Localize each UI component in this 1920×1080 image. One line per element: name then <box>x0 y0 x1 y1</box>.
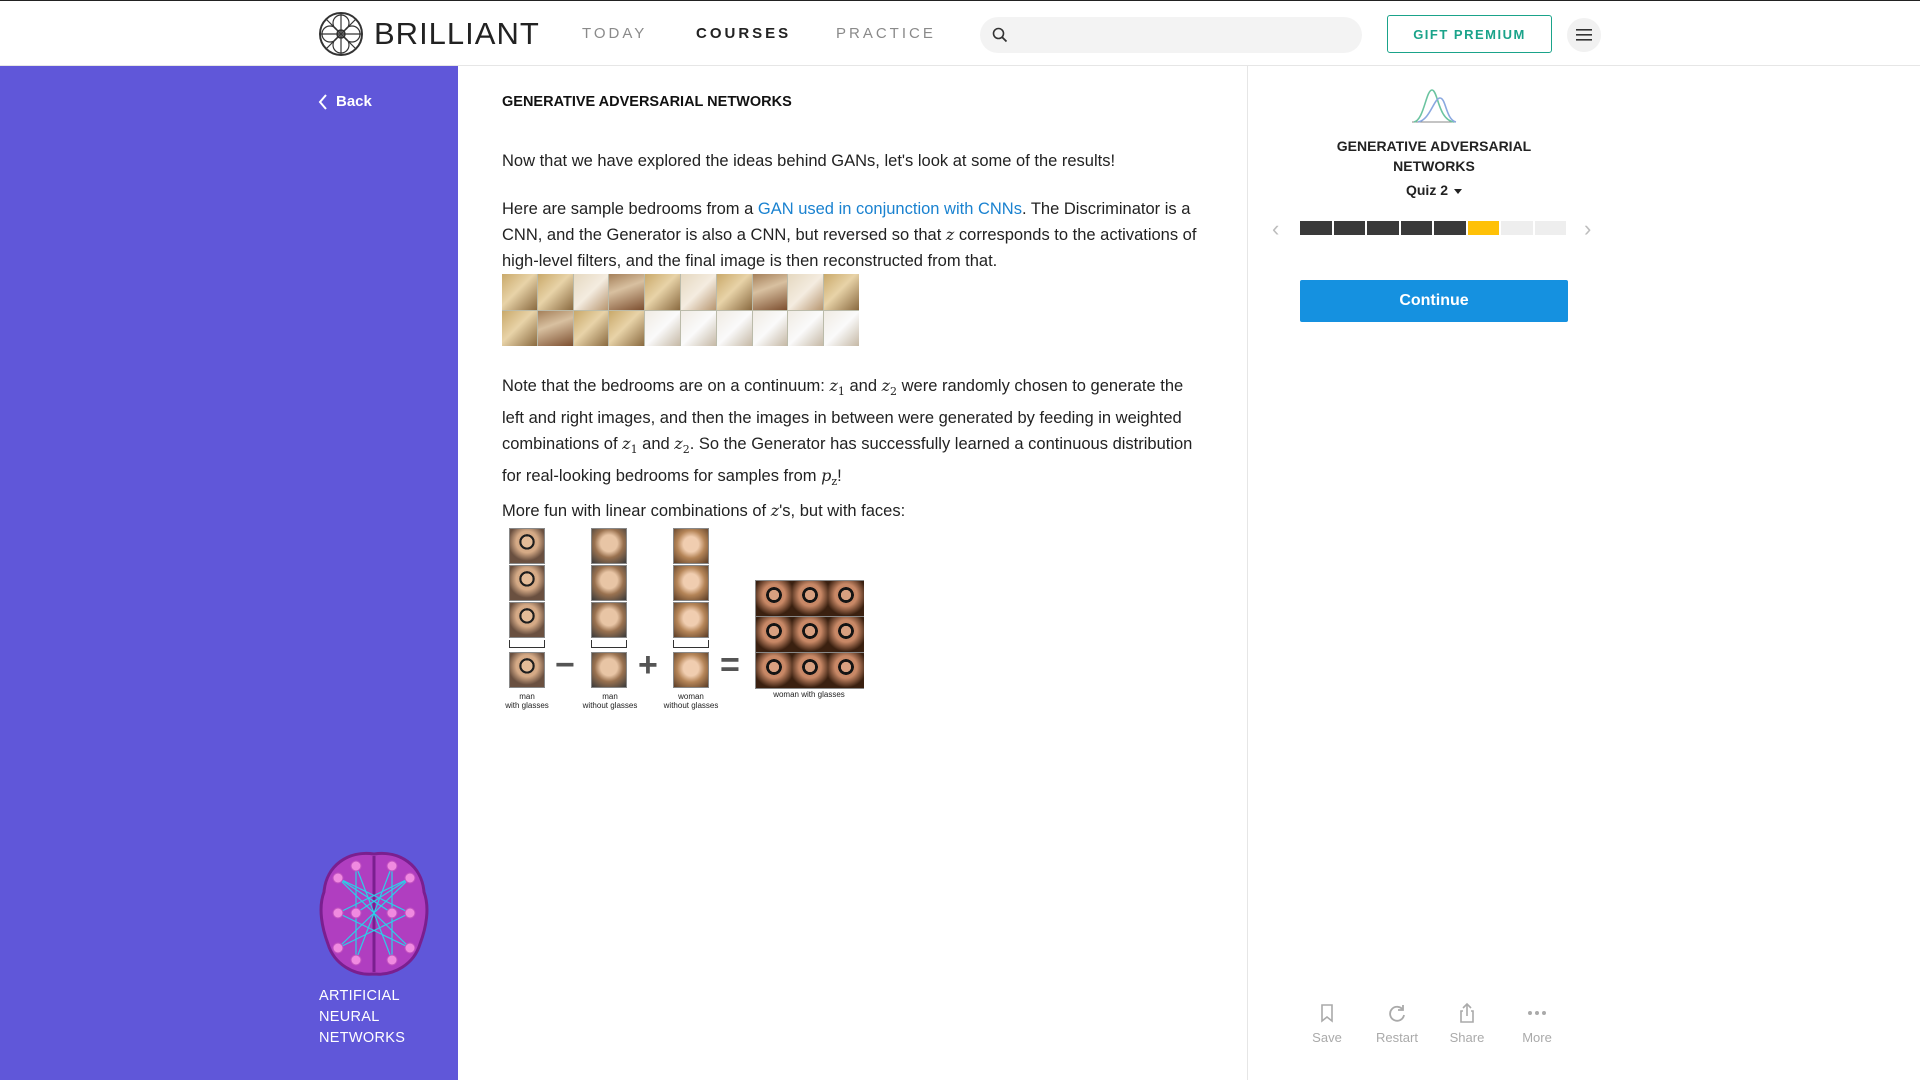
progress-segment[interactable] <box>1467 221 1499 235</box>
math-var: pz <box>821 466 838 489</box>
text-span: and <box>844 377 882 395</box>
brain-network-icon <box>319 851 429 976</box>
progress-segment[interactable] <box>1333 221 1365 235</box>
top-navbar: BRILLIANT TODAY COURSES PRACTICE GIFT PR… <box>0 0 1920 66</box>
minus-operator: − <box>555 646 575 684</box>
face-image <box>591 652 627 688</box>
progress-segment[interactable] <box>1367 221 1399 235</box>
math-var: z2 <box>881 376 898 399</box>
face-arithmetic-image: − + = man with glasses man without glasses… <box>502 528 882 710</box>
text-span: Note that the bedrooms are on a continuu… <box>502 377 830 395</box>
action-label: More <box>1522 1030 1552 1045</box>
section-title: GENERATIVE ADVERSARIAL NETWORKS <box>502 94 792 110</box>
result-face-grid <box>755 580 864 689</box>
search-bar[interactable] <box>980 17 1362 53</box>
restart-icon <box>1389 1005 1405 1022</box>
course-name[interactable]: ARTIFICIAL NEURAL NETWORKS <box>319 986 449 1049</box>
text-span: and <box>637 435 675 454</box>
search-input[interactable] <box>1020 23 1350 47</box>
hamburger-menu-icon <box>1576 29 1592 41</box>
face-image <box>509 652 545 688</box>
paragraph-intro: Now that we have explored the ideas behi… <box>502 152 1116 170</box>
quiz-progress <box>1300 221 1566 235</box>
quiz-selector[interactable]: Quiz 2 <box>1248 182 1620 198</box>
progress-segment[interactable] <box>1400 221 1432 235</box>
nav-courses[interactable]: COURSES <box>696 25 791 42</box>
prev-arrow-icon[interactable]: ‹ <box>1272 216 1279 242</box>
back-label: Back <box>336 93 372 110</box>
text-span: Here are sample bedrooms from a <box>502 200 758 218</box>
course-name-line: ARTIFICIAL <box>319 988 400 1004</box>
equals-operator: = <box>720 646 740 684</box>
nav-today[interactable]: TODAY <box>582 25 647 42</box>
face-column <box>673 528 709 638</box>
more-dots-icon <box>1528 1011 1546 1015</box>
share-button[interactable]: Share <box>1444 1002 1490 1045</box>
course-sidebar: Back ARTIFICIAL NEURAL NETWORKS <box>0 66 458 1080</box>
paragraph-continuum: Note that the bedrooms are on a continuu… <box>502 373 1202 496</box>
math-var: z1 <box>829 376 845 399</box>
bedroom-samples-image <box>502 274 859 346</box>
search-icon <box>992 27 1008 43</box>
progress-segment[interactable] <box>1300 221 1332 235</box>
brand-logo[interactable]: BRILLIANT <box>318 10 540 58</box>
chevron-left-icon <box>318 93 327 110</box>
face-image <box>673 652 709 688</box>
gift-premium-button[interactable]: GIFT PREMIUM <box>1387 15 1552 53</box>
panel-title-line: NETWORKS <box>1393 158 1475 174</box>
math-var: z1 <box>622 434 638 457</box>
next-arrow-icon[interactable]: › <box>1584 216 1591 242</box>
panel-title: GENERATIVE ADVERSARIAL NETWORKS <box>1298 136 1570 176</box>
action-label: Save <box>1312 1030 1342 1045</box>
gan-cnn-link[interactable]: GAN used in conjunction with CNNs <box>758 200 1022 218</box>
paragraph-bedrooms: Here are sample bedrooms from a GAN used… <box>502 196 1202 274</box>
restart-button[interactable]: Restart <box>1374 1002 1420 1045</box>
menu-button[interactable] <box>1567 18 1601 52</box>
quiz-label: Quiz 2 <box>1405 182 1448 198</box>
share-icon <box>1460 1002 1474 1023</box>
face-column <box>509 528 545 638</box>
nav-practice[interactable]: PRACTICE <box>836 25 936 42</box>
paragraph-faces: More fun with linear combinations of z's… <box>502 498 1202 524</box>
caret-down-icon <box>1454 188 1462 194</box>
text-span: 's, but with faces: <box>779 502 906 520</box>
caption: woman without glasses <box>663 692 719 710</box>
brand-name: BRILLIANT <box>374 16 540 51</box>
caption: woman with glasses <box>773 690 845 699</box>
continue-button[interactable]: Continue <box>1300 280 1568 322</box>
panel-title-line: GENERATIVE ADVERSARIAL <box>1336 138 1532 154</box>
text-span: More fun with linear combinations of <box>502 502 771 520</box>
face-column <box>591 528 627 638</box>
caption: man without glasses <box>582 692 638 710</box>
course-name-line: NEURAL <box>319 1009 380 1025</box>
progress-segment[interactable] <box>1501 221 1533 235</box>
gan-distribution-icon <box>1412 89 1457 123</box>
text-span: ! <box>837 467 842 486</box>
more-button[interactable]: More <box>1514 1002 1560 1045</box>
plus-operator: + <box>638 646 658 684</box>
course-name-line: NETWORKS <box>319 1030 406 1046</box>
quiz-panel: GENERATIVE ADVERSARIAL NETWORKS Quiz 2 ‹… <box>1247 66 1920 1080</box>
bookmark-icon <box>1321 1004 1333 1023</box>
progress-segment[interactable] <box>1534 221 1566 235</box>
math-var: z2 <box>674 434 690 457</box>
action-label: Restart <box>1376 1030 1418 1045</box>
back-button[interactable]: Back <box>318 93 372 110</box>
panel-actions: Save Restart Share More <box>1304 1002 1560 1045</box>
progress-segment[interactable] <box>1434 221 1466 235</box>
math-var: z <box>770 501 780 520</box>
action-label: Share <box>1449 1030 1485 1045</box>
brilliant-logo-icon <box>319 12 363 56</box>
caption: man with glasses <box>505 692 549 710</box>
save-button[interactable]: Save <box>1304 1002 1350 1045</box>
